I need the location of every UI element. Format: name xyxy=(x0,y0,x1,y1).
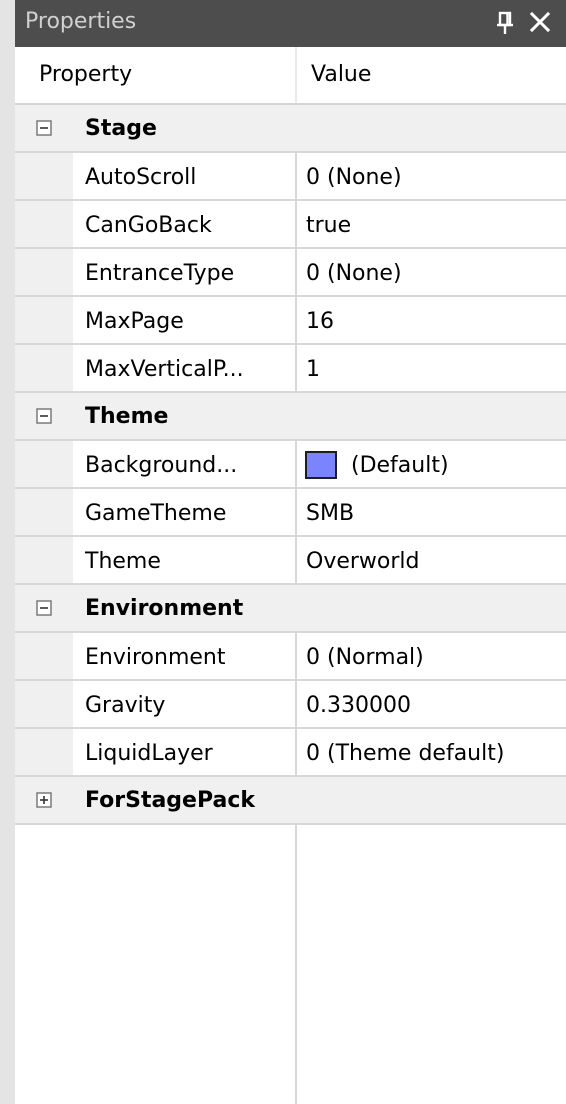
column-separator xyxy=(295,441,297,487)
property-value[interactable]: 1 xyxy=(306,357,320,382)
column-separator xyxy=(295,489,297,535)
column-separator xyxy=(295,153,297,199)
column-separator xyxy=(295,729,297,775)
pin-icon[interactable] xyxy=(493,10,517,36)
property-value[interactable]: 0 (None) xyxy=(306,261,402,286)
collapse-icon[interactable] xyxy=(36,600,52,616)
property-value[interactable]: (Default) xyxy=(351,453,449,478)
color-swatch xyxy=(305,451,337,479)
category-name: Theme xyxy=(85,404,169,429)
property-row[interactable]: Environment 0 (Normal) xyxy=(15,633,566,681)
row-margin xyxy=(15,153,73,199)
row-margin xyxy=(15,201,73,247)
header-property[interactable]: Property xyxy=(39,62,132,87)
property-value[interactable]: 16 xyxy=(306,309,334,334)
category-name: Environment xyxy=(85,596,244,621)
category-name: Stage xyxy=(85,116,157,141)
row-margin xyxy=(15,537,73,583)
property-row[interactable]: CanGoBack true xyxy=(15,201,566,249)
grid-header: Property Value xyxy=(15,47,566,105)
collapse-icon[interactable] xyxy=(36,408,52,424)
property-row[interactable]: GameTheme SMB xyxy=(15,489,566,537)
category-row[interactable]: Theme xyxy=(15,393,566,441)
property-value[interactable]: true xyxy=(306,213,351,238)
property-value[interactable]: Overworld xyxy=(306,549,420,574)
property-name[interactable]: Gravity xyxy=(85,693,165,718)
property-name[interactable]: MaxPage xyxy=(85,309,184,334)
collapse-icon[interactable] xyxy=(36,120,52,136)
column-separator xyxy=(295,681,297,727)
column-separator xyxy=(295,297,297,343)
row-margin xyxy=(15,489,73,535)
property-row[interactable]: Background... (Default) xyxy=(15,441,566,489)
column-separator xyxy=(295,249,297,295)
column-separator xyxy=(295,537,297,583)
row-margin xyxy=(15,297,73,343)
column-separator xyxy=(295,201,297,247)
category-name: ForStagePack xyxy=(85,788,256,813)
property-name[interactable]: AutoScroll xyxy=(85,165,196,190)
category-row[interactable]: Environment xyxy=(15,585,566,633)
row-margin xyxy=(15,681,73,727)
property-row[interactable]: Theme Overworld xyxy=(15,537,566,585)
property-grid: Property Value Stage AutoScroll 0 (None) Ca… xyxy=(15,47,566,1104)
panel-title: Properties xyxy=(25,9,137,34)
property-row[interactable]: LiquidLayer 0 (Theme default) xyxy=(15,729,566,777)
property-value[interactable]: 0 (Normal) xyxy=(306,645,424,670)
header-value[interactable]: Value xyxy=(311,62,371,87)
property-name[interactable]: CanGoBack xyxy=(85,213,212,238)
property-value[interactable]: 0 (None) xyxy=(306,165,402,190)
property-name[interactable]: Background... xyxy=(85,453,237,478)
property-name[interactable]: EntranceType xyxy=(85,261,234,286)
column-separator xyxy=(295,345,297,391)
row-margin xyxy=(15,633,73,679)
property-name[interactable]: Theme xyxy=(85,549,161,574)
property-row[interactable]: MaxPage 16 xyxy=(15,297,566,345)
property-row[interactable]: Gravity 0.330000 xyxy=(15,681,566,729)
panel-titlebar[interactable]: Properties xyxy=(15,0,566,47)
header-separator[interactable] xyxy=(295,47,297,103)
property-name[interactable]: GameTheme xyxy=(85,501,226,526)
category-row[interactable]: ForStagePack xyxy=(15,777,566,825)
row-margin xyxy=(15,441,73,487)
close-icon[interactable] xyxy=(527,9,553,35)
property-row[interactable]: MaxVerticalP... 1 xyxy=(15,345,566,393)
category-row[interactable]: Stage xyxy=(15,105,566,153)
property-value[interactable]: SMB xyxy=(306,501,354,526)
property-name[interactable]: MaxVerticalP... xyxy=(85,357,244,382)
property-name[interactable]: LiquidLayer xyxy=(85,741,213,766)
column-separator xyxy=(295,633,297,679)
row-margin xyxy=(15,249,73,295)
property-row[interactable]: EntranceType 0 (None) xyxy=(15,249,566,297)
property-value[interactable]: 0 (Theme default) xyxy=(306,741,504,766)
property-row[interactable]: AutoScroll 0 (None) xyxy=(15,153,566,201)
property-name[interactable]: Environment xyxy=(85,645,225,670)
expand-icon[interactable] xyxy=(36,792,52,808)
property-value[interactable]: 0.330000 xyxy=(306,693,411,718)
properties-panel: Properties Property Value Stage AutoScro… xyxy=(15,0,566,1104)
column-separator xyxy=(295,825,297,1104)
row-margin xyxy=(15,345,73,391)
row-margin xyxy=(15,729,73,775)
